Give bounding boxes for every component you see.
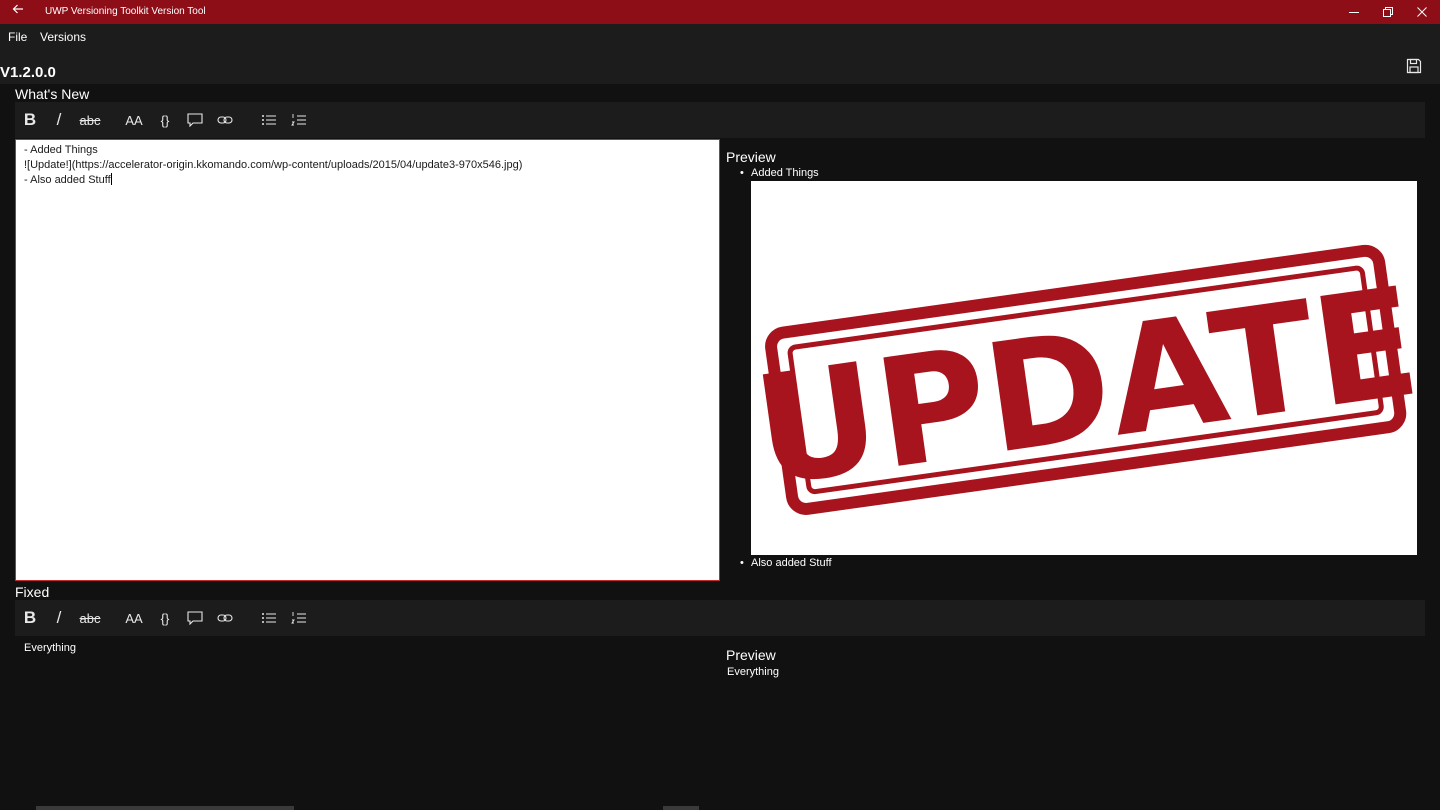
whats-new-label: What's New bbox=[15, 86, 90, 102]
italic-button[interactable]: / bbox=[51, 102, 67, 138]
bold-button[interactable]: B bbox=[21, 102, 39, 138]
numbered-list-icon bbox=[291, 114, 306, 126]
fixed-preview-text: Everything bbox=[727, 666, 779, 678]
code-button[interactable]: {} bbox=[157, 600, 173, 636]
save-button[interactable] bbox=[1404, 56, 1424, 76]
bulleted-list-icon bbox=[262, 613, 276, 623]
link-icon bbox=[217, 116, 233, 124]
font-size-icon: AA bbox=[125, 112, 143, 128]
italic-button[interactable]: / bbox=[51, 600, 67, 636]
fixed-editor[interactable]: Everything bbox=[24, 642, 76, 655]
italic-icon: / bbox=[56, 110, 62, 129]
whats-new-preview-label: Preview bbox=[726, 149, 776, 165]
save-icon bbox=[1406, 58, 1422, 74]
fixed-label: Fixed bbox=[15, 584, 50, 600]
preview-list-item: • Also added Stuff bbox=[740, 557, 832, 570]
editor-line: ![Update!](https://accelerator-origin.kk… bbox=[24, 159, 523, 171]
strikethrough-icon: abc bbox=[79, 610, 101, 626]
bulleted-list-icon bbox=[262, 115, 276, 125]
horizontal-scrollbar[interactable] bbox=[663, 806, 699, 810]
quote-button[interactable] bbox=[186, 600, 204, 636]
link-button[interactable] bbox=[216, 102, 234, 138]
font-size-button[interactable]: AA bbox=[125, 102, 143, 138]
fixed-toolbar: B / abc AA {} bbox=[15, 600, 1425, 636]
horizontal-scrollbar[interactable] bbox=[36, 806, 294, 810]
font-size-icon: AA bbox=[125, 610, 143, 626]
bold-button[interactable]: B bbox=[21, 600, 39, 636]
bold-icon: B bbox=[23, 608, 37, 627]
restore-icon bbox=[1383, 7, 1393, 17]
menu-file[interactable]: File bbox=[8, 30, 27, 44]
whats-new-editor[interactable]: - Added Things ![Update!](https://accele… bbox=[15, 139, 720, 581]
title-bar: UWP Versioning Toolkit Version Tool bbox=[0, 0, 1440, 24]
editor-line: - Also added Stuff bbox=[24, 173, 711, 188]
bulleted-list-button[interactable] bbox=[260, 102, 278, 138]
bulleted-list-button[interactable] bbox=[260, 600, 278, 636]
text-caret bbox=[110, 173, 112, 185]
fixed-preview-label: Preview bbox=[726, 647, 776, 663]
strikethrough-button[interactable]: abc bbox=[75, 600, 105, 636]
close-icon bbox=[1417, 7, 1427, 17]
menu-versions[interactable]: Versions bbox=[40, 30, 86, 44]
version-title: V1.2.0.0 bbox=[0, 64, 56, 81]
code-button[interactable]: {} bbox=[157, 102, 173, 138]
code-icon: {} bbox=[160, 112, 170, 128]
update-stamp-image: UPDATE bbox=[751, 181, 1417, 555]
bold-icon: B bbox=[23, 110, 37, 129]
italic-icon: / bbox=[56, 608, 62, 627]
link-icon bbox=[217, 614, 233, 622]
numbered-list-icon bbox=[291, 612, 306, 624]
preview-list-item: • Added Things bbox=[740, 167, 819, 180]
back-arrow-icon[interactable] bbox=[8, 3, 28, 21]
quote-icon bbox=[187, 113, 203, 127]
quote-button[interactable] bbox=[186, 102, 204, 138]
bullet-icon: • bbox=[740, 557, 744, 569]
code-icon: {} bbox=[160, 610, 170, 626]
font-size-button[interactable]: AA bbox=[125, 600, 143, 636]
strikethrough-button[interactable]: abc bbox=[75, 102, 105, 138]
close-button[interactable] bbox=[1405, 0, 1439, 24]
bullet-icon: • bbox=[740, 167, 744, 179]
whats-new-toolbar: B / abc AA {} bbox=[15, 102, 1425, 138]
editor-line-text: - Also added Stuff bbox=[24, 174, 111, 186]
link-button[interactable] bbox=[216, 600, 234, 636]
restore-button[interactable] bbox=[1371, 0, 1405, 24]
window-title: UWP Versioning Toolkit Version Tool bbox=[45, 6, 206, 17]
minimize-button[interactable] bbox=[1337, 0, 1371, 24]
strikethrough-icon: abc bbox=[79, 112, 101, 128]
menu-bar: File Versions bbox=[0, 24, 1440, 48]
preview-item-text: Also added Stuff bbox=[751, 557, 832, 569]
quote-icon bbox=[187, 611, 203, 625]
preview-item-text: Added Things bbox=[751, 167, 819, 179]
editor-line: - Added Things bbox=[24, 144, 98, 156]
minimize-icon bbox=[1349, 12, 1359, 13]
header-band bbox=[0, 48, 1440, 84]
numbered-list-button[interactable] bbox=[290, 102, 308, 138]
numbered-list-button[interactable] bbox=[290, 600, 308, 636]
